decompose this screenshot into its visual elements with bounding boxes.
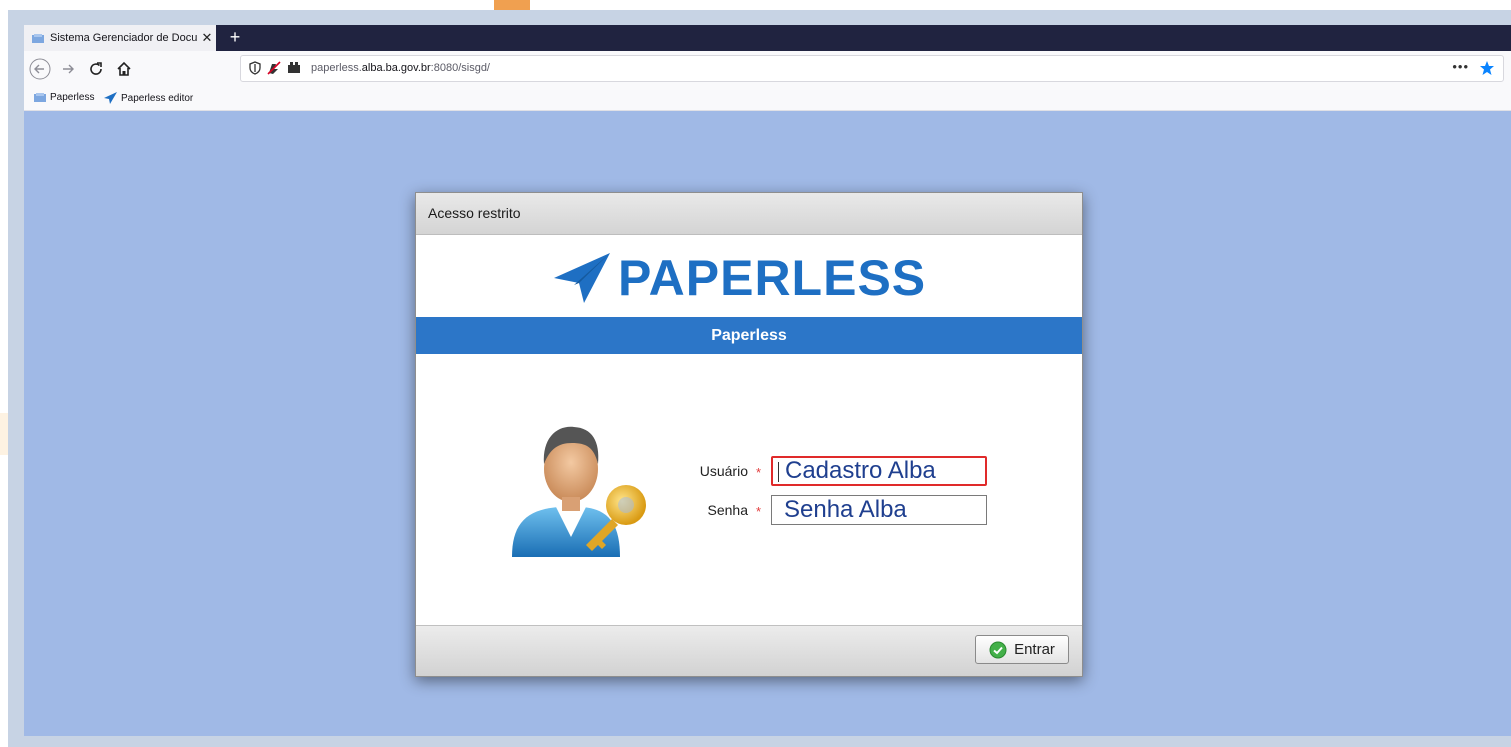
bookmark-paperless-editor[interactable]: Paperless editor — [104, 92, 193, 104]
back-arrow-icon — [29, 58, 51, 80]
url-text[interactable]: paperless.alba.ba.gov.br:8080/sisgd/ — [311, 62, 490, 74]
password-label: Senha — [707, 502, 748, 518]
tab-close-icon[interactable]: ✕ — [198, 30, 216, 46]
browser-nav-bar: paperless.alba.ba.gov.br:8080/sisgd/ ••• — [24, 51, 1511, 87]
system-banner: Paperless — [416, 317, 1082, 354]
username-input[interactable]: Cadastro Alba — [771, 456, 987, 486]
password-required-mark: * — [756, 504, 762, 519]
username-value: Cadastro Alba — [785, 457, 936, 484]
home-icon — [117, 61, 131, 76]
back-button[interactable] — [28, 57, 52, 81]
username-required-mark: * — [756, 465, 762, 480]
dialog-header: Acesso restrito — [416, 193, 1082, 235]
user-key-icon — [512, 426, 646, 557]
tab-title: Sistema Gerenciador de Docum — [50, 32, 198, 44]
enter-button[interactable]: Entrar — [975, 635, 1069, 664]
reload-icon — [90, 62, 102, 75]
bookmark-paperless[interactable]: Paperless — [34, 92, 94, 103]
dialog-footer: Entrar — [416, 625, 1082, 676]
check-circle-icon — [989, 641, 1007, 658]
url-path: :8080/sisgd/ — [430, 62, 490, 74]
username-label: Usuário — [699, 463, 748, 479]
password-value: Senha Alba — [784, 496, 907, 523]
enter-button-label: Entrar — [1014, 641, 1055, 658]
browser-tab-strip: Sistema Gerenciador de Docum ✕ + — [24, 25, 1511, 51]
address-bar[interactable]: paperless.alba.ba.gov.br:8080/sisgd/ ••• — [240, 55, 1504, 82]
left-edge-marker — [0, 413, 8, 455]
browser-tab-active[interactable]: Sistema Gerenciador de Docum ✕ — [24, 25, 216, 51]
storage-icon[interactable] — [287, 62, 301, 74]
text-caret — [778, 462, 779, 482]
permissions-icon[interactable] — [267, 61, 281, 75]
password-input[interactable]: Senha Alba — [771, 495, 987, 525]
bookmark-favicon-icon — [34, 93, 46, 102]
bookmark-label: Paperless — [50, 92, 95, 103]
shield-icon[interactable] — [249, 61, 261, 75]
paper-plane-icon — [554, 253, 610, 303]
reload-button[interactable] — [84, 57, 108, 81]
bookmarks-bar: Paperless Paperless editor — [24, 87, 1511, 111]
paperless-logo: PAPERLESS — [554, 253, 926, 303]
url-host: paperless. — [311, 62, 362, 74]
dialog-title: Acesso restrito — [428, 205, 521, 221]
forward-arrow-icon — [63, 64, 74, 74]
new-tab-button[interactable]: + — [224, 25, 246, 51]
paper-plane-icon — [104, 92, 117, 104]
url-domain: alba.ba.gov.br — [361, 62, 431, 74]
page-actions-button[interactable]: ••• — [1452, 59, 1469, 74]
login-dialog: Acesso restrito PAPERLESS Paperless Usuá… — [415, 192, 1083, 677]
logo-text: PAPERLESS — [618, 250, 927, 306]
forward-button[interactable] — [56, 57, 80, 81]
bookmark-label: Paperless editor — [121, 92, 194, 104]
tab-favicon-icon — [32, 33, 44, 43]
star-icon[interactable] — [1479, 60, 1495, 76]
home-button[interactable] — [112, 57, 136, 81]
